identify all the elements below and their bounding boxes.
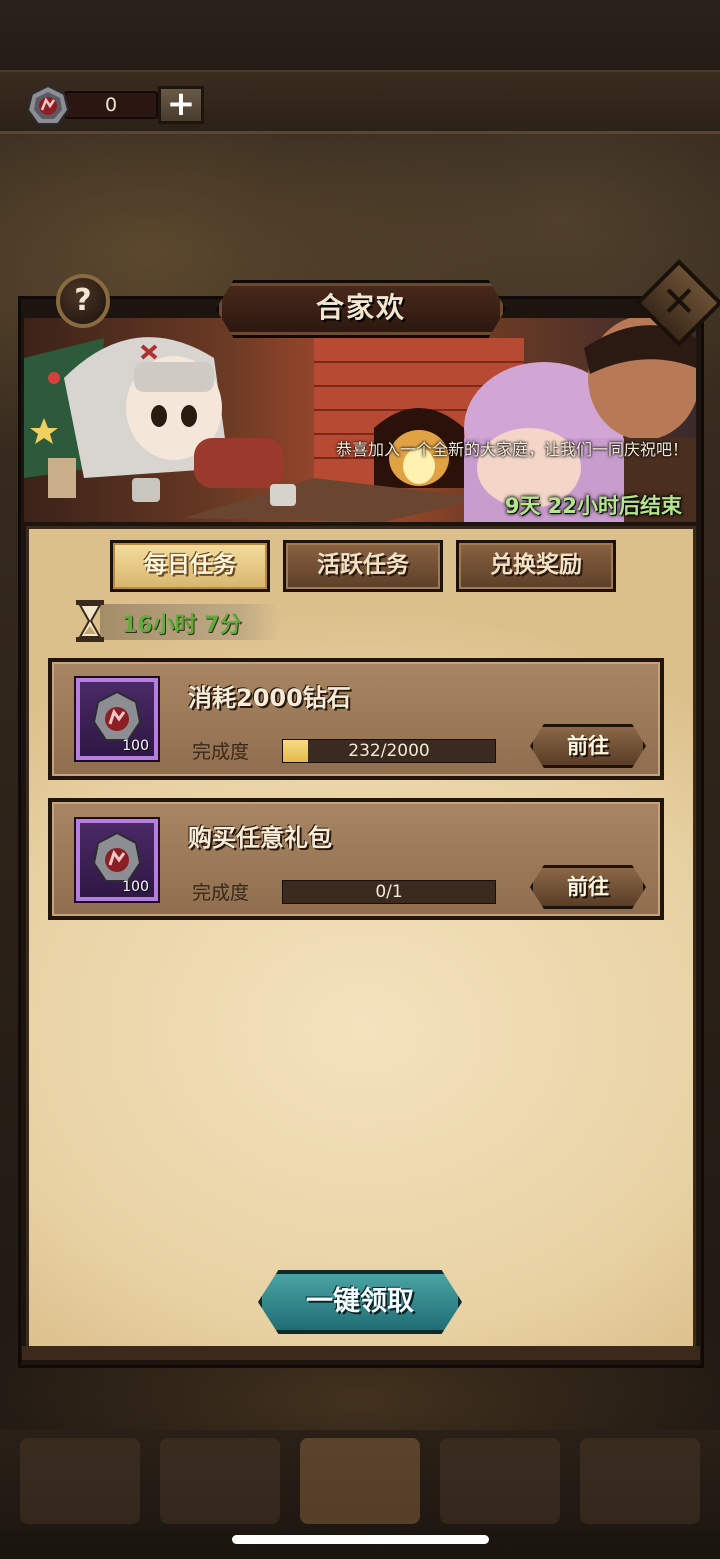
reward-item[interactable]: 100: [76, 819, 158, 901]
go-button[interactable]: 前往: [530, 724, 646, 768]
progress-text: 232/2000: [348, 741, 430, 761]
banner-message: 恭喜加入一个全新的大家庭，让我们一同庆祝吧！: [336, 440, 689, 459]
nav-slot[interactable]: [20, 1438, 140, 1524]
go-button[interactable]: 前往: [530, 865, 646, 909]
progress-label: 完成度: [192, 741, 250, 763]
gem-count: 0: [64, 91, 158, 119]
tab-daily-tasks[interactable]: 每日任务: [110, 540, 270, 592]
nav-slot[interactable]: [440, 1438, 560, 1524]
progress-label: 完成度: [192, 882, 250, 904]
progress-bar: 232/2000: [282, 739, 496, 763]
tab-active-tasks[interactable]: 活跃任务: [283, 540, 443, 592]
reward-item[interactable]: 100: [76, 678, 158, 760]
task-panel: [26, 526, 696, 1352]
help-button[interactable]: ?: [56, 274, 110, 328]
modal-title: 合家欢: [315, 291, 406, 324]
event-end-timer: 9天 22小时后结束: [504, 494, 682, 518]
panel-bottom-border: [22, 1346, 700, 1360]
task-title: 消耗2000钻石: [188, 684, 351, 712]
top-strip: [0, 0, 720, 72]
task-title: 购买任意礼包: [188, 824, 332, 852]
nav-slot[interactable]: [160, 1438, 280, 1524]
reward-quantity: 100: [122, 738, 149, 754]
progress-text: 0/1: [375, 882, 403, 902]
question-icon: ?: [74, 283, 92, 318]
nav-slot[interactable]: [580, 1438, 700, 1524]
add-gems-button[interactable]: +: [158, 86, 204, 124]
close-icon[interactable]: ✕: [648, 272, 710, 334]
gem-crest-icon: [26, 84, 70, 125]
reward-quantity: 100: [122, 879, 149, 895]
event-banner: 恭喜加入一个全新的大家庭，让我们一同庆祝吧！ 9天 22小时后结束: [24, 318, 696, 522]
daily-reset-countdown: 16小时 7分: [122, 613, 242, 638]
nav-slot-active[interactable]: [300, 1438, 420, 1524]
hourglass-icon: [76, 600, 104, 642]
progress-bar: 0/1: [282, 880, 496, 904]
tab-exchange-rewards[interactable]: 兑换奖励: [456, 540, 616, 592]
claim-all-button[interactable]: 一键领取: [258, 1270, 462, 1334]
home-indicator[interactable]: [232, 1535, 489, 1544]
